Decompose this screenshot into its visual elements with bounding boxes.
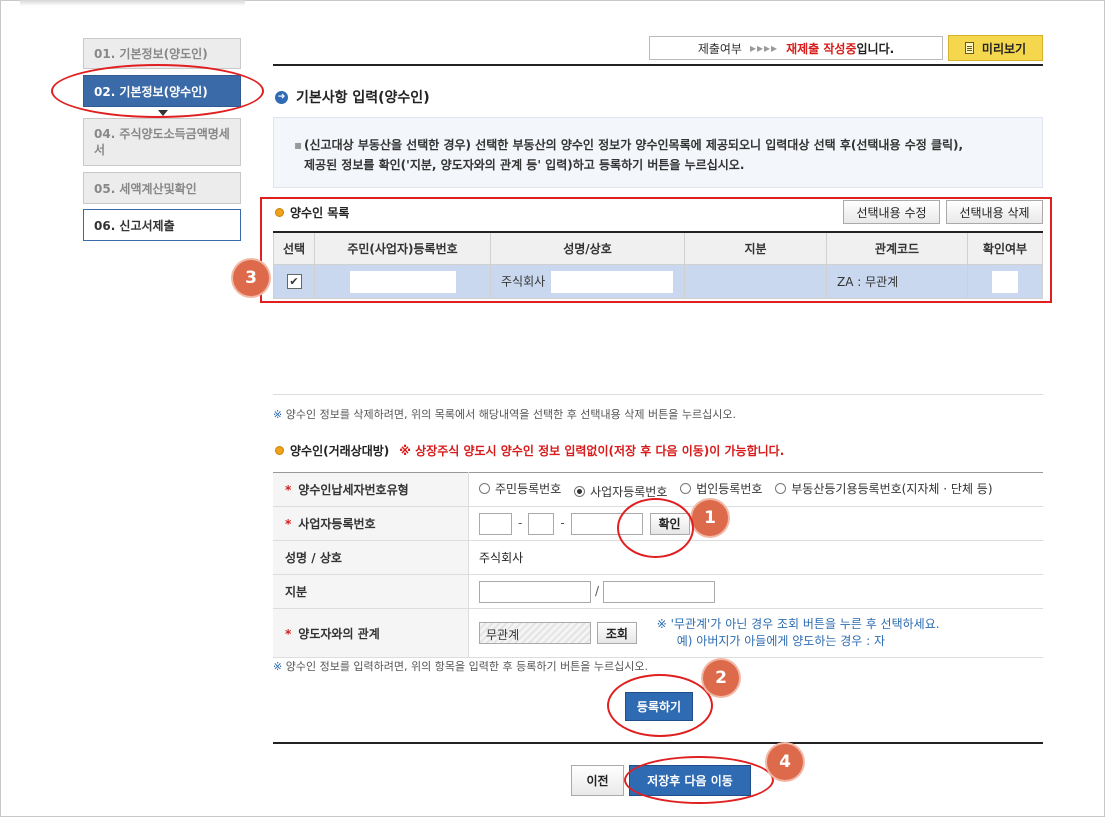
relation-label: 양도자와의 관계 — [298, 626, 380, 641]
radio-label: 법인등록번호 — [696, 481, 763, 496]
form-warning: ※ 상장주식 양도시 양수인 정보 입력없이(저장 후 다음 이동)이 가능합니… — [399, 444, 785, 458]
notice-line-2: 제공된 정보를 확인('지분, 양도자와의 관계 등' 입력)하고 등록하기 버… — [304, 158, 745, 172]
required-mark: * — [285, 517, 292, 531]
radio-label: 사업자등록번호 — [590, 484, 668, 499]
relation-note-1: ※ '무관계'가 아닌 경우 조회 버튼을 누른 후 선택하세요. — [656, 617, 940, 631]
form-title-text: 양수인(거래상대방) — [290, 444, 390, 458]
section-title: ➜ 기본사항 입력(양수인) — [275, 87, 430, 107]
annotation-ellipse-confirm — [617, 498, 694, 558]
preview-label: 미리보기 — [981, 41, 1027, 56]
arrow-right-circle-icon: ➜ — [275, 90, 288, 104]
status-arrows-icon: ▸▸▸▸ — [749, 41, 779, 55]
badge-4: 4 — [767, 744, 803, 780]
annotation-rect-list — [260, 197, 1052, 303]
note-symbol: ※ — [273, 408, 283, 421]
badge-2: 2 — [703, 660, 739, 696]
bizno-inputs-cell: -- 확인 — [468, 506, 1043, 541]
submission-status-box: 제출여부 ▸▸▸▸ 재제출 작성중 입니다. — [649, 36, 943, 60]
preview-button[interactable]: 미리보기 — [948, 35, 1043, 61]
form-title: 양수인(거래상대방) ※ 상장주식 양도시 양수인 정보 입력없이(저장 후 다… — [275, 442, 784, 459]
annotation-ellipse-register — [607, 674, 713, 737]
radio-realestate-no[interactable]: 부동산등기용등록번호(지자체 · 단체 등) — [775, 480, 993, 497]
radio-circle-icon — [775, 482, 787, 494]
share-inputs-cell: / — [468, 574, 1043, 609]
bizno-part2-input[interactable] — [528, 512, 555, 535]
form-row-relation: * 양도자와의 관계 무관계 조회 ※ '무관계'가 아닌 경우 조회 버튼을 누… — [273, 608, 1043, 658]
name-value: 주식회사 — [468, 540, 1043, 575]
bizno-label-cell: * 사업자등록번호 — [273, 506, 469, 541]
notice-box: ▪ (신고대상 부동산을 선택한 경우) 선택한 부동산의 양수인 정보가 양수… — [273, 117, 1043, 188]
relation-label-cell: * 양도자와의 관계 — [273, 608, 469, 658]
bizno-label: 사업자등록번호 — [298, 517, 376, 531]
type-label: 양수인납세자번호유형 — [298, 483, 409, 497]
relation-input[interactable]: 무관계 — [479, 622, 591, 644]
radio-circle-icon — [479, 482, 490, 494]
share-label: 지분 — [285, 585, 308, 599]
relation-note-2: 예) 아버지가 아들에게 양도하는 경우 : 자 — [676, 634, 886, 648]
form-row-share: 지분 / — [273, 574, 1043, 609]
step-label: 04. 주식양도소득금액명세서 — [94, 127, 230, 157]
radio-label: 주민등록번호 — [495, 481, 562, 496]
step-06-submit[interactable]: 06. 신고서제출 — [83, 209, 241, 241]
badge-3: 3 — [233, 260, 269, 296]
status-label: 제출여부 — [697, 41, 742, 56]
slash: / — [595, 584, 600, 598]
radio-business-no[interactable]: 사업자등록번호 — [574, 483, 667, 500]
note-symbol: ※ — [273, 660, 283, 673]
relation-cell: 무관계 조회 ※ '무관계'가 아닌 경우 조회 버튼을 누른 후 선택하세요.… — [468, 608, 1043, 658]
share-numerator-input[interactable] — [479, 580, 591, 603]
bottom-divider — [273, 742, 1043, 744]
notice-bullet: ▪ — [294, 138, 303, 152]
radio-label: 부동산등기용등록번호(지자체 · 단체 등) — [791, 481, 993, 496]
delete-note: ※ 양수인 정보를 삭제하려면, 위의 목록에서 해당내역을 선택한 후 선택내… — [273, 406, 736, 422]
share-label-cell: 지분 — [273, 574, 469, 609]
step-05-tax-calculation[interactable]: 05. 세액계산및확인 — [83, 172, 241, 204]
share-denominator-input[interactable] — [603, 580, 716, 603]
bizno-part1-input[interactable] — [479, 512, 512, 535]
bullet-dot-icon — [275, 446, 284, 455]
type-options-cell: 주민등록번호 사업자등록번호 법인등록번호 부동산등기용등록번호(지자체 · 단… — [468, 472, 1043, 507]
status-value: 재제출 작성중 — [786, 41, 857, 56]
radio-selected-icon — [574, 485, 586, 497]
radio-corporate-no[interactable]: 법인등록번호 — [680, 480, 762, 497]
document-icon — [964, 42, 974, 54]
radio-resident-no[interactable]: 주민등록번호 — [479, 480, 561, 497]
header-divider — [273, 64, 1043, 66]
list-bottom-divider — [273, 394, 1043, 395]
status-suffix: 입니다. — [856, 41, 895, 56]
dash: - — [560, 516, 565, 530]
step-04-stock-transfer-statement[interactable]: 04. 주식양도소득금액명세서 — [83, 118, 241, 166]
name-label-cell: 성명 / 상호 — [273, 540, 469, 575]
annotation-ellipse-save-next — [624, 756, 774, 804]
required-mark: * — [285, 483, 292, 497]
name-label: 성명 / 상호 — [285, 551, 342, 565]
step-label: 05. 세액계산및확인 — [94, 181, 197, 196]
annotation-ellipse-step — [51, 64, 264, 118]
type-label-cell: * 양수인납세자번호유형 — [273, 472, 469, 507]
relation-note: ※ '무관계'가 아닌 경우 조회 버튼을 누른 후 선택하세요. 예) 아버지… — [657, 616, 940, 650]
step-label: 01. 기본정보(양도인) — [94, 47, 208, 61]
prev-button[interactable]: 이전 — [571, 765, 624, 796]
required-mark: * — [285, 626, 292, 641]
badge-1: 1 — [692, 500, 728, 536]
notice-line-1: (신고대상 부동산을 선택한 경우) 선택한 부동산의 양수인 정보가 양수인목… — [304, 138, 964, 152]
radio-circle-icon — [680, 482, 692, 494]
top-shadow — [20, 0, 245, 6]
delete-note-text: 양수인 정보를 삭제하려면, 위의 목록에서 해당내역을 선택한 후 선택내용 … — [285, 408, 736, 421]
lookup-button[interactable]: 조회 — [596, 622, 637, 644]
register-note-text: 양수인 정보를 입력하려면, 위의 항목을 입력한 후 등록하기 버튼을 누르십… — [285, 660, 649, 673]
step-label: 06. 신고서제출 — [94, 218, 175, 233]
dash: - — [518, 516, 523, 530]
register-note: ※ 양수인 정보를 입력하려면, 위의 항목을 입력한 후 등록하기 버튼을 누… — [273, 658, 648, 674]
section-title-text: 기본사항 입력(양수인) — [296, 90, 430, 106]
